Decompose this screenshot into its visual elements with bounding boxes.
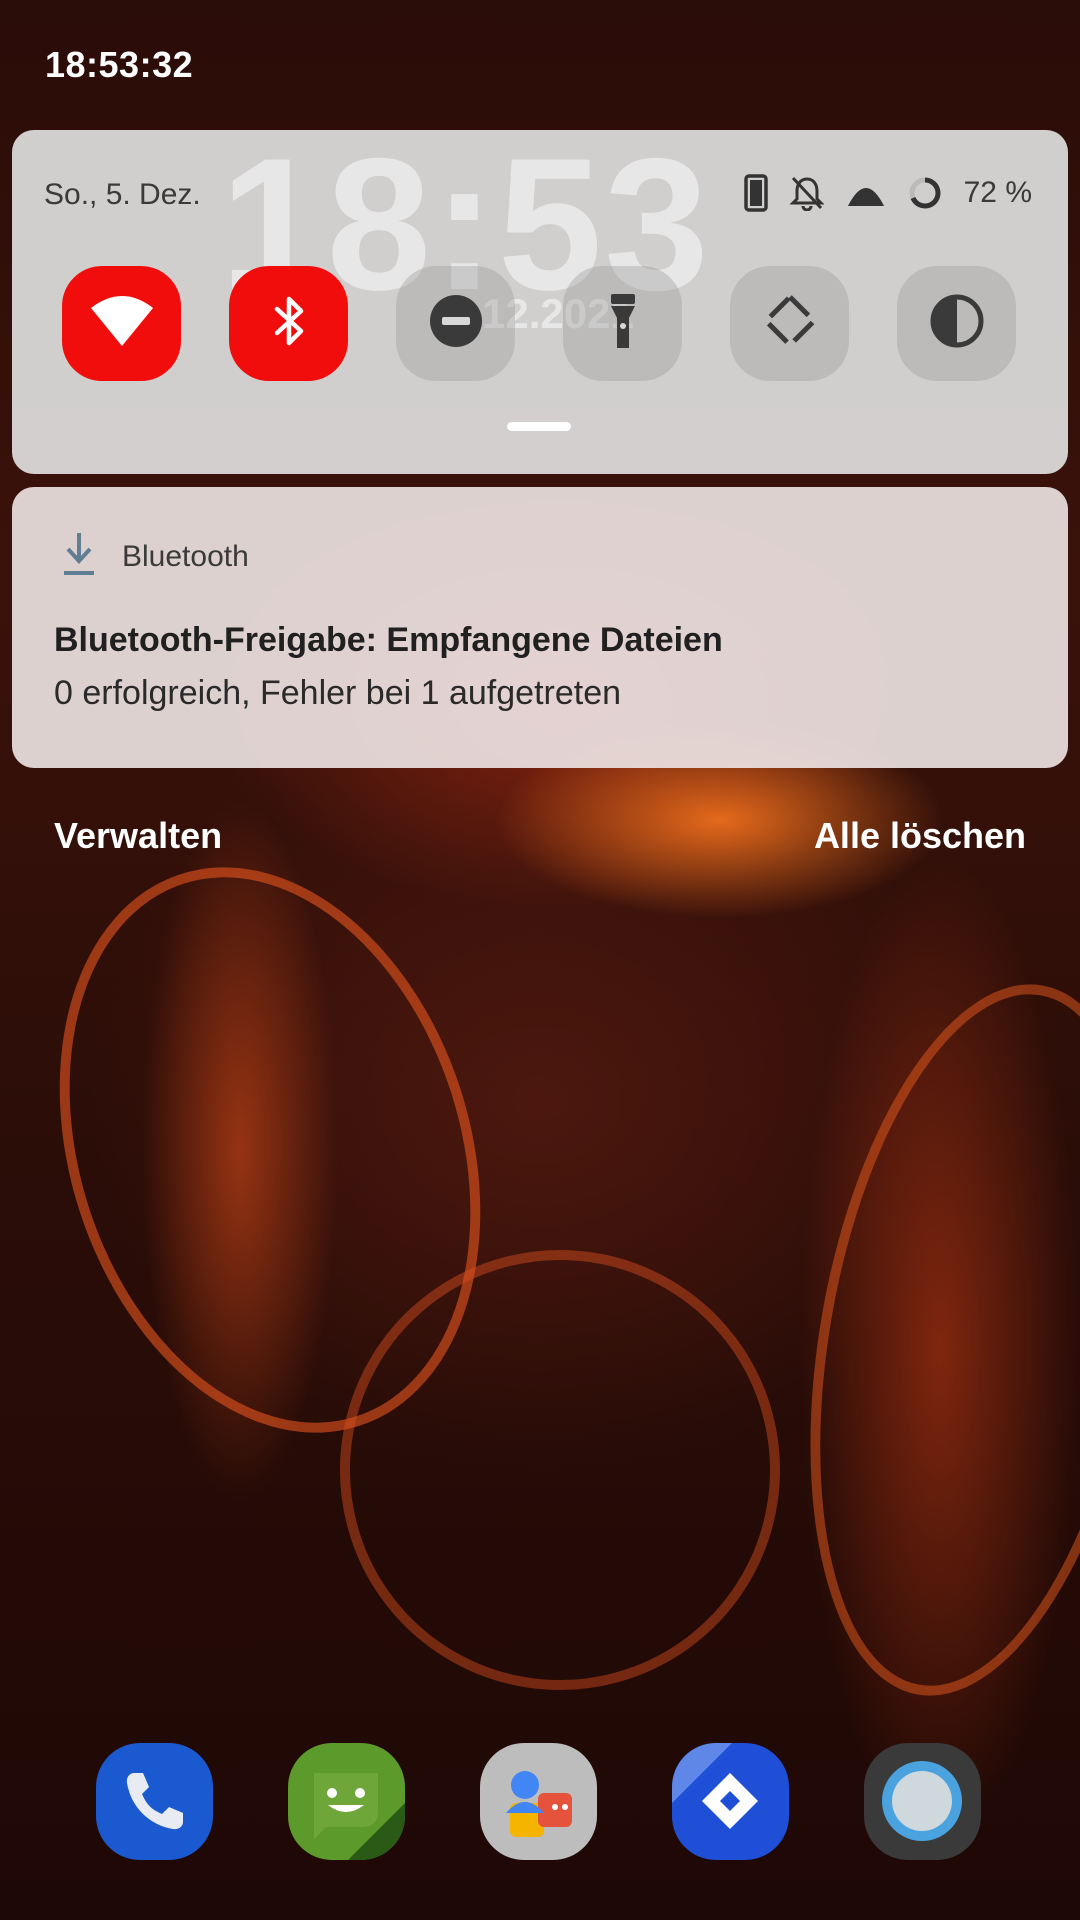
- clear-all-button[interactable]: Alle löschen: [814, 815, 1026, 857]
- notification-text: 0 erfolgreich, Fehler bei 1 aufgetreten: [54, 674, 622, 712]
- battery-percent: 72 %: [963, 176, 1032, 209]
- tile-auto-rotate[interactable]: [730, 266, 849, 381]
- phone-icon: [743, 174, 768, 212]
- flashlight-icon: [608, 292, 638, 355]
- bell-off-icon: [789, 175, 824, 211]
- quick-settings-panel[interactable]: 18:53 12.2021 So., 5. Dez. 72 %: [12, 130, 1068, 474]
- wifi-icon: [89, 294, 155, 353]
- qs-drag-handle[interactable]: [507, 422, 571, 431]
- app-dock: [96, 1743, 981, 1860]
- camera-app-icon[interactable]: [864, 1743, 981, 1860]
- qs-tiles: [62, 266, 1016, 381]
- bluetooth-icon: [271, 293, 307, 354]
- download-icon: [62, 531, 96, 582]
- contrast-icon: [929, 293, 985, 354]
- notification-title: Bluetooth-Freigabe: Empfangene Dateien: [54, 621, 723, 659]
- rotate-icon: [760, 291, 820, 356]
- tile-do-not-disturb[interactable]: [396, 266, 515, 381]
- tile-flashlight[interactable]: [563, 266, 682, 381]
- phone-app-icon[interactable]: [96, 1743, 213, 1860]
- maps-app-icon[interactable]: [672, 1743, 789, 1860]
- notification-app-name: Bluetooth: [122, 539, 249, 573]
- tile-wifi[interactable]: [62, 266, 181, 381]
- qs-date[interactable]: So., 5. Dez.: [44, 178, 201, 212]
- wallpaper-streak: [759, 957, 1080, 1723]
- tile-bluetooth[interactable]: [229, 266, 348, 381]
- dnd-icon: [428, 293, 484, 354]
- manage-notifications-button[interactable]: Verwalten: [54, 815, 222, 857]
- signal-icon: [846, 178, 886, 208]
- messages-app-icon[interactable]: [288, 1743, 405, 1860]
- notification-header: Bluetooth: [62, 531, 249, 582]
- notification-card[interactable]: Bluetooth Bluetooth-Freigabe: Empfangene…: [12, 487, 1068, 768]
- status-bar-clock: 18:53:32: [45, 44, 194, 85]
- battery-ring-icon: [908, 176, 942, 210]
- contacts-app-icon[interactable]: [480, 1743, 597, 1860]
- qs-status-icons: 72 %: [743, 170, 1032, 216]
- tile-dark-theme[interactable]: [897, 266, 1016, 381]
